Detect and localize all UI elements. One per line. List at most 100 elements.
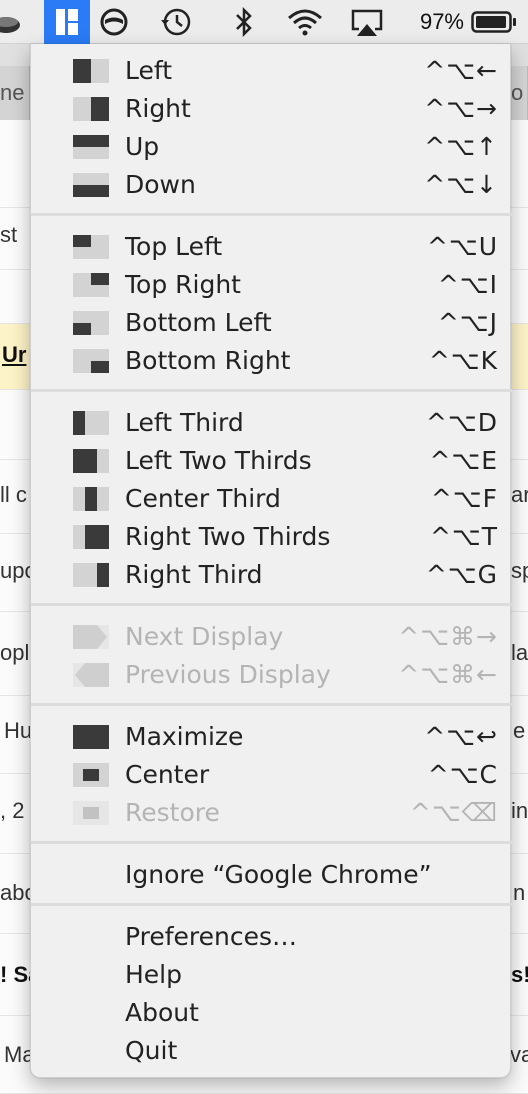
time-machine-icon[interactable]: [154, 0, 198, 44]
menu-item-shortcut: ^⌥↓: [424, 170, 498, 199]
menu-item-bottom-right[interactable]: Bottom Right ^⌥K: [31, 342, 512, 380]
row-text-fragment: Hu: [4, 718, 33, 743]
menu-separator: [31, 389, 512, 392]
restore-icon: [73, 801, 109, 825]
center-icon: [73, 763, 109, 787]
menu-item-center-third[interactable]: Center Third ^⌥F: [31, 480, 512, 518]
menu-item-label: Help: [125, 960, 182, 989]
menu-item-preferences[interactable]: Preferences…: [31, 918, 512, 956]
menu-item-down[interactable]: Down ^⌥↓: [31, 166, 512, 204]
app-icon[interactable]: [0, 0, 26, 44]
menu-item-label: Left Two Thirds: [125, 446, 312, 475]
menu-item-about[interactable]: About: [31, 994, 512, 1032]
menu-item-label: Up: [125, 132, 160, 161]
battery-percent[interactable]: 97%: [410, 0, 464, 44]
row-text-fragment: opl: [0, 640, 30, 665]
menu-item-top-left[interactable]: Top Left ^⌥U: [31, 228, 512, 266]
menu-item-shortcut: ^⌥U: [426, 232, 498, 261]
menu-item-label: Right Third: [125, 560, 263, 589]
right-two-thirds-icon: [73, 525, 109, 549]
menu-item-label: Next Display: [125, 622, 284, 651]
menu-item-maximize[interactable]: Maximize ^⌥↩: [31, 718, 512, 756]
bottom-left-icon: [73, 311, 109, 335]
left-two-thirds-icon: [73, 449, 109, 473]
no-entry-circle-icon[interactable]: [96, 0, 132, 44]
snap-down-icon: [73, 173, 109, 197]
menu-item-center[interactable]: Center ^⌥C: [31, 756, 512, 794]
menu-item-shortcut: ^⌥E: [429, 446, 498, 475]
menu-item-label: Preferences…: [125, 922, 298, 951]
menu-item-shortcut: ^⌥I: [437, 270, 498, 299]
row-text-fragment: e: [513, 718, 526, 743]
menu-item-top-right[interactable]: Top Right ^⌥I: [31, 266, 512, 304]
menu-item-label: Bottom Left: [125, 308, 272, 337]
menu-item-label: Left: [125, 56, 173, 85]
top-right-icon: [73, 273, 109, 297]
menu-item-shortcut: ^⌥→: [424, 94, 498, 123]
menu-separator: [31, 213, 512, 216]
maximize-icon: [73, 725, 109, 749]
row-text-fragment: va: [510, 1042, 528, 1067]
row-text-fragment: sp: [511, 558, 528, 583]
menu-separator: [31, 603, 512, 606]
top-left-icon: [73, 235, 109, 259]
wifi-icon[interactable]: [280, 0, 330, 44]
menu-item-label: Top Right: [125, 270, 241, 299]
row-text-fragment: Ur: [2, 342, 27, 367]
menu-item-label: Bottom Right: [125, 346, 291, 375]
menu-item-shortcut: ^⌥T: [429, 522, 498, 551]
battery-icon[interactable]: [468, 0, 520, 44]
menu-item-shortcut: ^⌥D: [425, 408, 498, 437]
rectangle-layout-icon[interactable]: [44, 0, 90, 44]
menu-item-left-two-thirds[interactable]: Left Two Thirds ^⌥E: [31, 442, 512, 480]
menu-item-shortcut: ^⌥K: [428, 346, 498, 375]
menu-item-right-two-thirds[interactable]: Right Two Thirds ^⌥T: [31, 518, 512, 556]
snap-right-icon: [73, 97, 109, 121]
menu-separator: [31, 903, 512, 906]
snap-left-icon: [73, 59, 109, 83]
menu-item-right[interactable]: Right ^⌥→: [31, 90, 512, 128]
menu-item-shortcut: ^⌥J: [437, 308, 498, 337]
next-display-icon: [73, 625, 109, 649]
menu-item-label: Left Third: [125, 408, 244, 437]
airplay-icon[interactable]: [346, 0, 388, 44]
row-text-fragment: st: [0, 222, 18, 247]
row-text-fragment: la: [511, 640, 528, 665]
row-text-fragment: ll c: [0, 482, 27, 507]
menu-item-shortcut: ^⌥↑: [424, 132, 498, 161]
right-third-icon: [73, 563, 109, 587]
browser-tab[interactable]: ne: [0, 66, 30, 120]
menu-item-label: Right Two Thirds: [125, 522, 331, 551]
menu-item-help[interactable]: Help: [31, 956, 512, 994]
menu-item-previous-display[interactable]: Previous Display ^⌥⌘←: [31, 656, 512, 694]
menu-item-shortcut: ^⌥C: [427, 760, 498, 789]
previous-display-icon: [73, 663, 109, 687]
menu-item-label: Restore: [125, 798, 220, 827]
menu-item-shortcut: ^⌥⌫: [409, 798, 498, 827]
menu-item-bottom-left[interactable]: Bottom Left ^⌥J: [31, 304, 512, 342]
menu-item-label: Center Third: [125, 484, 281, 513]
menu-item-left-third[interactable]: Left Third ^⌥D: [31, 404, 512, 442]
menu-item-left[interactable]: Left ^⌥←: [31, 52, 512, 90]
menu-item-label: Ignore “Google Chrome”: [125, 860, 432, 889]
browser-tab[interactable]: o: [511, 66, 528, 120]
menu-item-restore[interactable]: Restore ^⌥⌫: [31, 794, 512, 832]
menu-item-quit[interactable]: Quit: [31, 1032, 512, 1070]
menu-item-label: About: [125, 998, 199, 1027]
menu-item-up[interactable]: Up ^⌥↑: [31, 128, 512, 166]
menu-item-shortcut: ^⌥⌘←: [398, 660, 498, 689]
menu-item-label: Previous Display: [125, 660, 331, 689]
menu-item-shortcut: ^⌥↩: [424, 722, 498, 751]
tab-text-fragment: ne: [0, 80, 25, 105]
left-third-icon: [73, 411, 109, 435]
bluetooth-icon[interactable]: [228, 0, 260, 44]
row-text-fragment: ar: [511, 482, 528, 507]
menu-item-shortcut: ^⌥F: [430, 484, 498, 513]
row-text-fragment: n: [513, 880, 526, 905]
menu-item-label: Top Left: [125, 232, 223, 261]
rectangle-dropdown-menu: Left ^⌥← Right ^⌥→ Up ^⌥↑ Down ^⌥↓ Top Left ^⌥U To…: [30, 44, 512, 1078]
menu-item-label: Center: [125, 760, 210, 789]
menu-item-right-third[interactable]: Right Third ^⌥G: [31, 556, 512, 594]
menu-item-next-display[interactable]: Next Display ^⌥⌘→: [31, 618, 512, 656]
menu-item-ignore-google-chrome[interactable]: Ignore “Google Chrome”: [31, 856, 512, 894]
